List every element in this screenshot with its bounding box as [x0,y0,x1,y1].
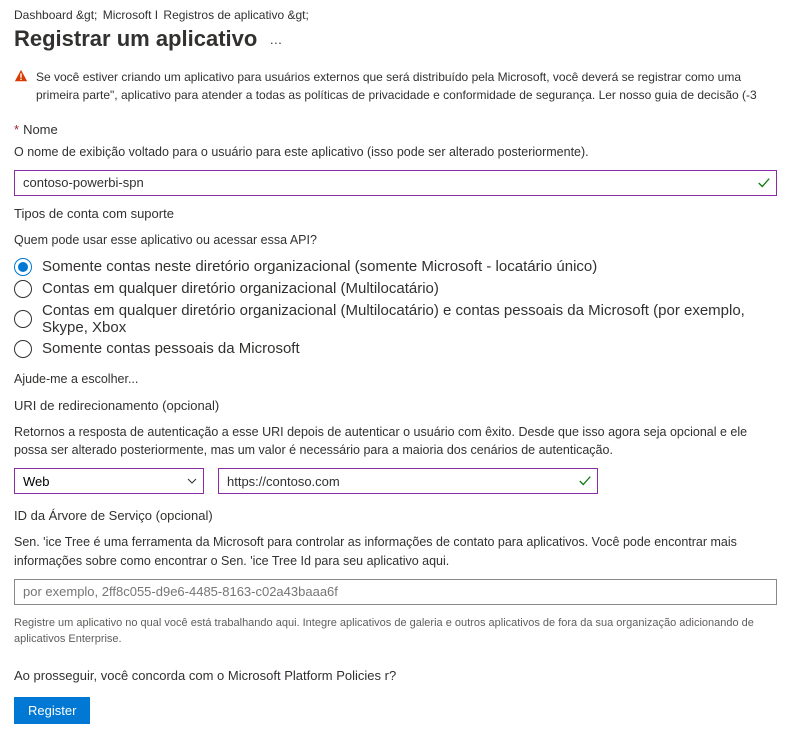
warning-icon [14,69,28,83]
radio-multitenant[interactable]: Contas em qualquer diretório organizacio… [14,280,777,298]
account-type-radio-group: Somente contas neste diretório organizac… [14,258,777,358]
breadcrumb-item[interactable]: Registros de aplicativo &gt; [163,8,308,22]
radio-label: Contas em qualquer diretório organizacio… [42,302,777,336]
name-input[interactable] [14,170,777,196]
radio-icon [14,280,32,298]
redirect-uri-help: Retornos a resposta de autenticação a es… [14,423,777,461]
breadcrumb: Dashboard &gt; Microsoft I Registros de … [14,8,777,22]
service-tree-label: ID da Árvore de Serviço (opcional) [14,508,777,523]
required-mark: * [14,122,19,137]
account-types-question: Quem pode usar esse aplicativo ou acessa… [14,231,777,250]
radio-label: Somente contas pessoais da Microsoft [42,340,300,357]
help-me-choose-link[interactable]: Ajude-me a escolher... [14,372,777,386]
check-icon [578,474,592,488]
enterprise-note: Registre um aplicativo no qual você está… [14,615,777,648]
platform-select[interactable] [14,468,204,494]
radio-label: Contas em qualquer diretório organizacio… [42,280,439,297]
name-help: O nome de exibição voltado para o usuári… [14,143,777,162]
service-tree-help: Sen. 'ice Tree é uma ferramenta da Micro… [14,533,777,571]
radio-label: Somente contas neste diretório organizac… [42,258,597,275]
radio-icon [14,310,32,328]
radio-single-tenant[interactable]: Somente contas neste diretório organizac… [14,258,777,276]
radio-icon [14,340,32,358]
radio-icon [14,258,32,276]
service-tree-input[interactable] [14,579,777,605]
redirect-uri-input-wrap [218,468,598,494]
consent-text: Ao prosseguir, você concorda com o Micro… [14,668,777,683]
register-button[interactable]: Register [14,697,90,724]
radio-personal-only[interactable]: Somente contas pessoais da Microsoft [14,340,777,358]
radio-multitenant-personal[interactable]: Contas em qualquer diretório organizacio… [14,302,777,336]
page-title: Registrar um aplicativo [14,26,257,52]
name-label: *Nome [14,122,777,137]
redirect-uri-input[interactable] [218,468,598,494]
redirect-uri-label: URI de redirecionamento (opcional) [14,398,777,413]
warning-box: Se você estiver criando um aplicativo pa… [14,62,777,114]
redirect-uri-row [14,468,777,494]
more-icon[interactable]: … [269,32,284,47]
name-input-wrap [14,170,777,196]
check-icon [757,176,771,190]
warning-text: Se você estiver criando um aplicativo pa… [36,68,777,104]
service-tree-input-wrap [14,579,777,605]
page-title-row: Registrar um aplicativo … [14,26,777,52]
breadcrumb-item[interactable]: Dashboard &gt; [14,8,97,22]
breadcrumb-item[interactable]: Microsoft I [103,8,158,22]
account-types-label: Tipos de conta com suporte [14,206,777,221]
platform-select-wrap [14,468,204,494]
